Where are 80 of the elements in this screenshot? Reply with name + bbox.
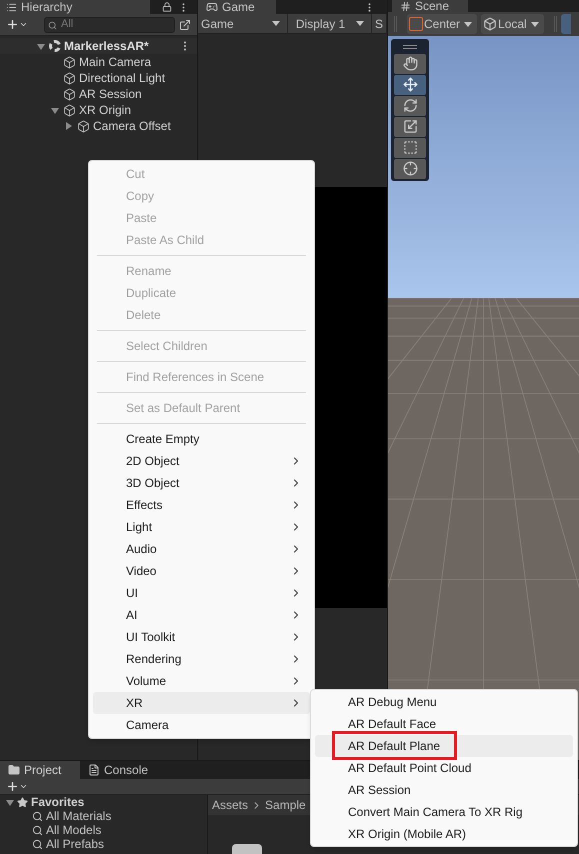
pivot-dropdown[interactable]: Local: [481, 14, 544, 34]
hierarchy-item[interactable]: AR Session: [79, 85, 142, 103]
hierarchy-item[interactable]: Directional Light: [79, 69, 166, 87]
menu-item[interactable]: Light: [93, 516, 310, 538]
scale-icon: [402, 119, 418, 134]
game-toolbar-dropdown[interactable]: S: [372, 14, 387, 33]
star-icon: [17, 796, 28, 808]
menu-item[interactable]: AR Default Point Cloud: [315, 757, 573, 779]
search-icon: [32, 810, 43, 822]
move-arrows-icon: [402, 77, 418, 92]
menu-item[interactable]: XR Origin (Mobile AR): [315, 823, 573, 845]
cube-icon: [63, 72, 76, 84]
tool-button[interactable]: [394, 54, 426, 74]
cube-icon: [63, 104, 76, 116]
search-field[interactable]: All: [44, 16, 175, 32]
search-icon: [32, 838, 43, 850]
grid-toggle-button[interactable]: [560, 14, 571, 34]
search-icon: [32, 824, 43, 836]
pivot-center-icon: [409, 17, 423, 32]
panel-tab[interactable]: Console: [80, 761, 160, 779]
game-toolbar-dropdown[interactable]: Game: [198, 14, 288, 33]
drag-handle-icon[interactable]: [403, 44, 417, 49]
menu-item[interactable]: AR Debug Menu: [315, 691, 573, 713]
menu-item[interactable]: AR Session: [315, 779, 573, 801]
game-tab[interactable]: Game: [198, 0, 276, 14]
tool-button[interactable]: [394, 96, 426, 116]
breadcrumb-link[interactable]: Assets: [212, 796, 248, 814]
hierarchy-tab[interactable]: Hierarchy: [0, 0, 150, 14]
menu-item[interactable]: 3D Object: [93, 472, 310, 494]
cube-icon: [63, 56, 76, 68]
menu-item[interactable]: AR Default Face: [315, 713, 573, 735]
menu-item[interactable]: Camera: [93, 714, 310, 736]
game-toolbar-dropdown[interactable]: Display 1: [288, 14, 372, 33]
menu-item[interactable]: Create Empty: [93, 428, 310, 450]
hierarchy-item[interactable]: Camera Offset: [93, 117, 171, 135]
plus-icon: [6, 18, 19, 31]
tool-button[interactable]: [394, 74, 426, 95]
cube-icon: [483, 17, 498, 32]
expanded-triangle-icon[interactable]: [37, 44, 45, 50]
caret-icon: [19, 782, 28, 791]
menu-item[interactable]: XR: [93, 692, 310, 714]
menu-item[interactable]: Video: [93, 560, 310, 582]
scene-tab[interactable]: Scene: [392, 0, 468, 12]
pivot-dropdown[interactable]: Center: [407, 14, 478, 34]
crosshair-icon: [402, 161, 418, 176]
lock-icon[interactable]: [162, 2, 172, 12]
hash-icon: [400, 0, 411, 12]
plus-icon: [6, 780, 19, 793]
tool-button[interactable]: [394, 138, 426, 158]
folder-icon: [8, 764, 20, 776]
menu-item[interactable]: Audio: [93, 538, 310, 560]
menu-item[interactable]: Convert Main Camera To XR Rig: [315, 801, 573, 823]
collapsed-triangle-icon[interactable]: [66, 122, 72, 130]
add-dropdown-button[interactable]: [6, 18, 28, 31]
hierarchy-item[interactable]: XR Origin: [79, 101, 132, 119]
breadcrumb-link[interactable]: Sample: [265, 796, 306, 814]
tool-button[interactable]: [394, 116, 426, 137]
rotate-icon: [402, 98, 418, 114]
popout-icon[interactable]: [179, 18, 191, 30]
menu-item[interactable]: UI: [93, 582, 310, 604]
expanded-triangle-icon[interactable]: [51, 108, 59, 114]
tool-button[interactable]: [394, 158, 426, 179]
hand-icon: [402, 56, 418, 72]
gamepad-icon: [206, 1, 218, 13]
panel-tab[interactable]: Project: [0, 761, 80, 779]
cube-icon: [77, 120, 90, 132]
search-icon: [48, 20, 57, 30]
caret-icon: [19, 20, 28, 29]
rect-icon: [402, 140, 418, 156]
document-icon: [88, 764, 100, 776]
menu-item[interactable]: Effects: [93, 494, 310, 516]
menu-item[interactable]: AI: [93, 604, 310, 626]
menu-item[interactable]: 2D Object: [93, 450, 310, 472]
menu-item[interactable]: Rendering: [93, 648, 310, 670]
menu-item[interactable]: Volume: [93, 670, 310, 692]
list-icon: [6, 2, 17, 12]
hierarchy-item[interactable]: Main Camera: [79, 53, 152, 71]
menu-item[interactable]: UI Toolkit: [93, 626, 310, 648]
add-dropdown-button[interactable]: [6, 780, 28, 793]
cube-icon: [63, 88, 76, 100]
